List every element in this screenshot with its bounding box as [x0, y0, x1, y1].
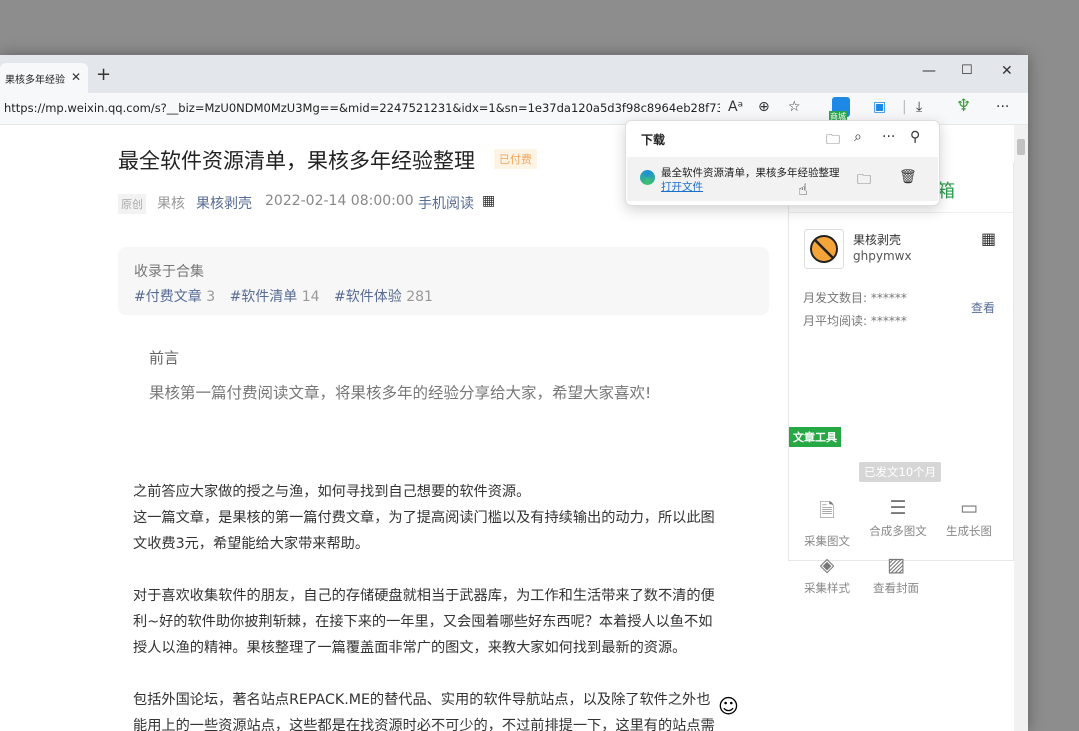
new-tab-button[interactable]: + [96, 64, 111, 85]
original-tag: 原创 [118, 194, 146, 214]
paragraph-line: 利~好的软件助你披荆斩棘，在接下来的一年里，又会囤着哪些好东西呢？本着授人以鱼不… [133, 614, 713, 630]
collections-icon[interactable]: ▣ [873, 99, 886, 115]
stat-value: ****** [870, 314, 907, 328]
save-icon: ▭ [960, 497, 978, 519]
view-button[interactable]: 查看 [971, 299, 995, 316]
tag-count: 14 [301, 289, 320, 305]
folder-icon[interactable]: 🗀 [826, 129, 840, 153]
collection-box: 收录于合集 #付费文章 3 #软件清单 14 #软件体验 281 [118, 247, 769, 315]
collection-tags: #付费文章 3 #软件清单 14 #软件体验 281 [134, 286, 443, 306]
account-name: 果核剥壳 [853, 233, 902, 247]
qrcode-icon[interactable]: ▦ [482, 193, 495, 209]
open-file-link[interactable]: 打开文件 [661, 179, 703, 194]
article-tools-badge: 文章工具 [789, 427, 841, 447]
more-icon[interactable]: ··· [882, 129, 895, 145]
published-badge: 已发文10个月 [859, 462, 942, 482]
scrollbar-thumb[interactable] [1017, 139, 1025, 155]
paragraph-line: 授人以渔的精神。果核整理了一篇覆盖面非常广的图文，来教大家如何找到最新的资源。 [133, 640, 687, 656]
stat-label: 月平均阅读: [803, 314, 868, 328]
tag-link[interactable]: #付费文章 3 [134, 289, 215, 305]
layers-icon: ◈ [819, 554, 835, 576]
tool-label: 查看封面 [873, 581, 919, 595]
read-aloud-icon[interactable]: Aᵃ [728, 99, 743, 115]
monthly-posts: 月发文数目: ****** [803, 289, 907, 306]
tool-label: 合成多图文 [869, 524, 927, 538]
paragraph-line: 包括外国论坛，著名站点REPACK.ME的替代品、实用的软件导航站点，以及除了软… [133, 692, 711, 708]
stat-label: 月发文数目: [803, 291, 868, 305]
preface-text: 果核第一篇付费阅读文章，将果核多年的经验分享给大家，希望大家喜欢! [149, 384, 652, 402]
avatar [804, 229, 844, 269]
tag-name: #软件体验 [334, 289, 402, 305]
tab-title: 果核多年经验 [5, 74, 65, 86]
tool-label: 生成长图 [946, 524, 992, 538]
stat-value: ****** [870, 291, 907, 305]
download-icon[interactable]: ⤓ [916, 99, 922, 115]
search-icon[interactable]: ⌕ [854, 129, 862, 145]
pin-icon[interactable]: ⚲ [910, 129, 920, 145]
more-icon[interactable]: ··· [996, 99, 1009, 115]
download-file-name: 最全软件资源清单，果核多年经验整理 [661, 167, 840, 179]
paragraph-line: 文收费3元，希望能给大家带来帮助。 [133, 536, 370, 552]
maximize-icon[interactable]: ☐ [961, 63, 973, 78]
tag-name: #软件清单 [229, 289, 298, 305]
downloads-title: 下载 [641, 133, 666, 147]
view-cover-button[interactable]: ▨ 查看封面 [861, 554, 931, 596]
divider: | [902, 99, 907, 115]
page-content: 最全软件资源清单，果核多年经验整理 已付费 原创 果核 果核剥壳 2022-02… [0, 125, 1014, 731]
download-item[interactable]: 最全软件资源清单，果核多年经验整理 打开文件 🗀 🗑 [627, 157, 938, 201]
paragraph-line: 之前答应大家做的授之与渔，如何寻找到自己想要的软件资源。 [133, 484, 531, 500]
paragraph-line: 能用上的一些资源站点，这些都是在找资源时必不可少的，不过前排提一下，这里有的站点… [133, 718, 715, 731]
qrcode-icon[interactable]: ▦ [981, 229, 996, 248]
tag-count: 281 [406, 289, 433, 305]
tab-bar: 果核多年经验 ✕ + — ☐ ✕ [0, 55, 1028, 93]
article-title: 最全软件资源清单，果核多年经验整理 [118, 149, 475, 173]
show-in-folder-icon[interactable]: 🗀 [857, 169, 871, 193]
minimize-icon[interactable]: — [922, 63, 936, 79]
author: 果核 [157, 196, 185, 212]
close-window-icon[interactable]: ✕ [1001, 63, 1013, 79]
tag-count: 3 [206, 289, 216, 305]
merge-articles-button[interactable]: ☰ 合成多图文 [863, 497, 933, 539]
emoji-icon: ☺ [718, 694, 739, 718]
monthly-reads: 月平均阅读: ****** [803, 312, 907, 329]
image-icon: ▨ [887, 554, 905, 576]
scrollbar[interactable] [1014, 125, 1028, 731]
cactus-icon[interactable]: ♆ [956, 96, 971, 116]
favorite-icon[interactable]: ☆ [788, 99, 801, 115]
account-link[interactable]: 果核剥壳 [196, 193, 252, 213]
publish-date: 2022-02-14 08:00:00 [265, 193, 414, 209]
list-add-icon: ☰ [889, 497, 907, 519]
zoom-icon[interactable]: ⊕ [758, 99, 770, 115]
tab-close-icon[interactable]: ✕ [71, 70, 81, 84]
tool-label: 采集图文 [804, 534, 850, 548]
collect-article-button[interactable]: 🗎 采集图文 [792, 497, 862, 549]
mobile-read-link[interactable]: 手机阅读 [418, 193, 474, 213]
url-field[interactable]: https://mp.weixin.qq.com/s?__biz=MzU0NDM… [4, 101, 720, 115]
collect-style-button[interactable]: ◈ 采集样式 [792, 554, 862, 596]
tag-link[interactable]: #软件清单 14 [230, 289, 320, 305]
paragraph-line: 对于喜欢收集软件的朋友，自己的存储硬盘就相当于武器库，为工作和生活带来了数不清的… [133, 588, 715, 604]
paid-badge: 已付费 [494, 149, 537, 169]
account-id: ghpymwx [853, 249, 912, 263]
tag-link[interactable]: #软件体验 281 [334, 289, 433, 305]
delete-icon[interactable]: 🗑 [899, 169, 917, 185]
tag-name: #付费文章 [134, 289, 202, 305]
collection-label: 收录于合集 [134, 264, 204, 280]
edge-icon [640, 170, 655, 185]
downloads-panel: 下载 🗀 ⌕ ··· ⚲ 最全软件资源清单，果核多年经验整理 打开文件 🗀 🗑 [625, 120, 940, 206]
paragraph-line: 这一篇文章，是果核的第一篇付费文章，为了提高阅读门槛以及有持续输出的动力，所以此… [133, 510, 715, 526]
tab-article[interactable]: 果核多年经验 ✕ [0, 63, 88, 93]
document-icon: 🗎 [819, 500, 835, 522]
tool-label: 采集样式 [804, 581, 850, 595]
preface-title: 前言 [149, 349, 180, 367]
long-image-button[interactable]: ▭ 生成长图 [934, 497, 1004, 539]
mouse-cursor-icon: ☝ [798, 180, 808, 199]
